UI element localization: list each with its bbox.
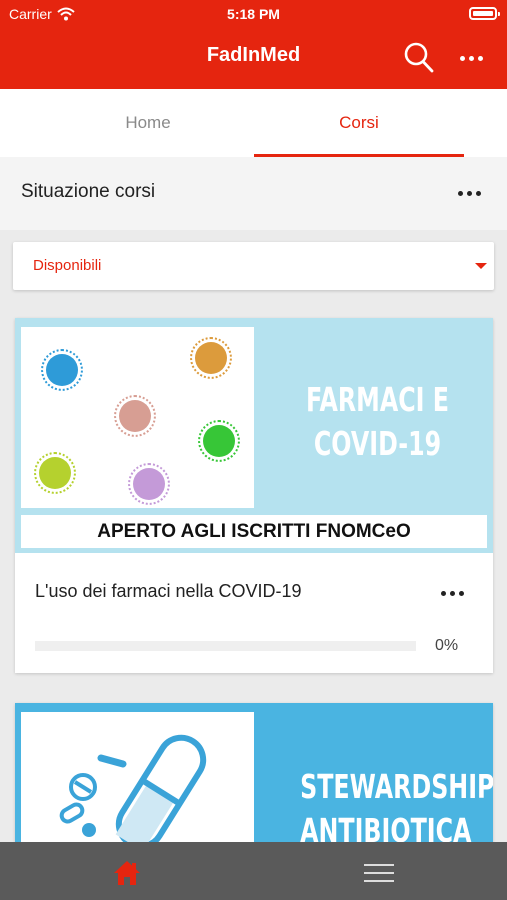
course-card[interactable]: STEWARDSHIP ANTIBIOTICA [15,703,493,843]
course-banner: FARMACI E COVID-19 APERTO AGLI ISCRITTI … [15,318,493,553]
app-header: Carrier 5:18 PM FadInMed [0,0,507,89]
virus-illustration [21,327,254,508]
battery-icon [469,7,500,20]
search-icon [404,42,434,73]
more-icon [459,55,465,61]
pill-illustration [21,712,254,843]
more-icon [457,190,463,196]
nav-menu-button[interactable] [364,862,396,884]
caret-down-icon [475,263,487,269]
more-icon [440,590,446,596]
section-more-button[interactable] [455,183,483,203]
virus-icon [41,349,83,391]
virus-icon [34,452,76,494]
course-progress-label: 0% [435,637,459,654]
course-filter-dropdown[interactable]: Disponibili [13,242,494,290]
course-more-button[interactable] [437,583,467,603]
status-bar: Carrier 5:18 PM [0,0,507,28]
banner-caption: APERTO AGLI ISCRITTI FNOMCeO [21,515,487,548]
virus-icon [198,420,240,462]
course-progress-bar [35,641,416,651]
dropdown-selected-value: Disponibili [33,257,102,274]
section-header: Situazione corsi [0,157,507,230]
tab-corsi[interactable]: Corsi [254,89,464,157]
section-title: Situazione corsi [21,181,156,202]
tab-home[interactable]: Home [43,89,253,157]
menu-icon [364,864,394,866]
home-icon [114,861,140,885]
banner-heading-text: FARMACI E COVID-19 [305,380,450,463]
course-card[interactable]: FARMACI E COVID-19 APERTO AGLI ISCRITTI … [15,318,493,673]
virus-icon [114,395,156,437]
course-title: L'uso dei farmaci nella COVID-19 [35,581,302,601]
more-button[interactable] [456,46,486,70]
tab-corsi-label: Corsi [339,113,379,132]
virus-icon [128,463,170,505]
banner-heading: STEWARDSHIP ANTIBIOTICA [300,767,493,843]
virus-icon [190,337,232,379]
banner-heading: FARMACI E COVID-19 [300,378,455,466]
nav-home-button[interactable] [112,859,142,887]
status-time: 5:18 PM [227,6,280,22]
course-banner: STEWARDSHIP ANTIBIOTICA [15,703,493,843]
bottom-navigation [0,842,507,900]
tab-bar: Home Corsi [0,89,507,157]
pill-icon [59,734,207,843]
search-button[interactable] [402,40,436,76]
tab-home-label: Home [125,113,171,132]
